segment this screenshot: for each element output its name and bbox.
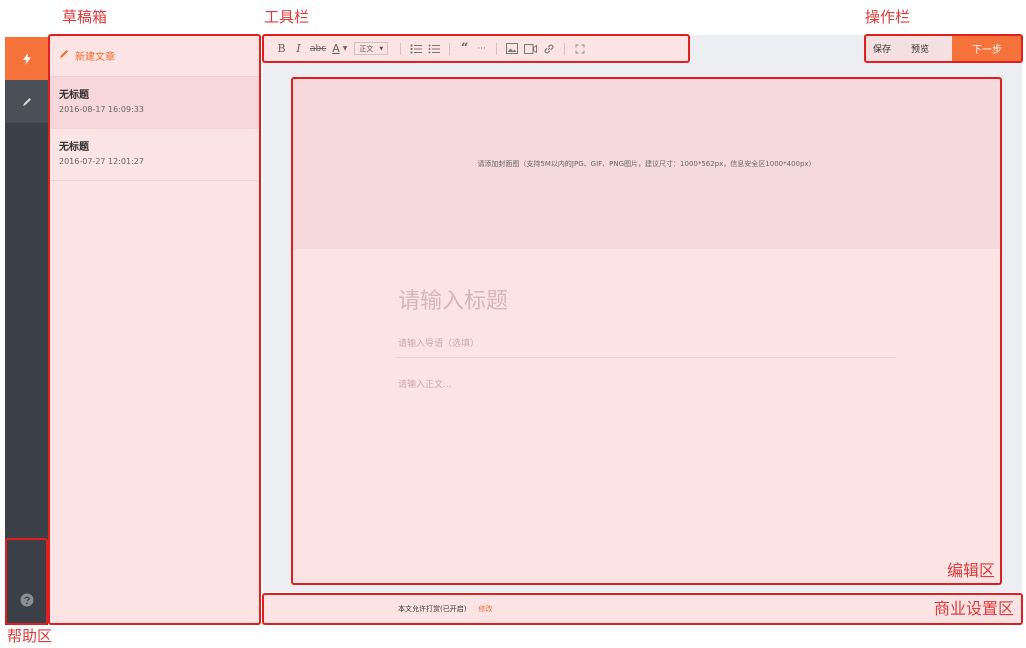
- editor-annotation-box: [291, 77, 1002, 585]
- rail-item-quick[interactable]: [5, 37, 48, 80]
- toolbar-empty-area: [689, 35, 864, 62]
- pen-icon: [22, 97, 32, 107]
- drafts-annotation-box: [48, 34, 261, 625]
- help-annotation-box: [5, 538, 48, 625]
- drafts-annotation-label: 草稿箱: [62, 8, 108, 26]
- editor-annotation-label: 编辑区: [947, 561, 996, 580]
- lightning-icon: [21, 52, 33, 65]
- left-rail: [5, 37, 48, 625]
- actions-annotation-box: [864, 34, 1023, 63]
- business-annotation-label: 商业设置区: [934, 599, 1015, 618]
- toolbar-annotation-box: [262, 34, 690, 63]
- rail-item-write[interactable]: [5, 80, 48, 123]
- help-annotation-label: 帮助区: [7, 627, 53, 645]
- business-annotation-box: [262, 593, 1023, 625]
- actions-annotation-label: 操作栏: [865, 8, 911, 26]
- toolbar-annotation-label: 工具栏: [264, 8, 310, 26]
